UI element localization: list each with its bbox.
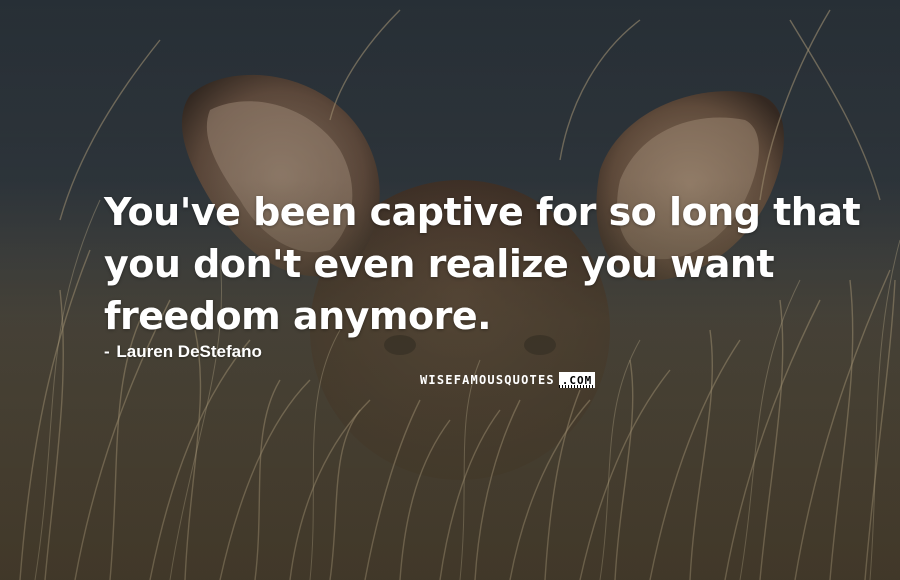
- quote-line: you don't even realize you want: [104, 242, 775, 286]
- quote-text: You've been captive for so long that you…: [104, 186, 861, 342]
- watermark-text: WISEFAMOUSQUOTES: [420, 373, 555, 387]
- author-name[interactable]: Lauren DeStefano: [116, 342, 261, 361]
- watermark-suffix: .COM: [558, 372, 596, 388]
- author-dash: -: [104, 342, 110, 361]
- site-watermark-logo: WISEFAMOUSQUOTES .COM: [420, 371, 618, 389]
- quote-card: You've been captive for so long that you…: [0, 0, 900, 580]
- quote-author[interactable]: - Lauren DeStefano: [104, 341, 262, 363]
- quote-line: You've been captive for so long that: [104, 190, 861, 234]
- quote-line: freedom anymore.: [104, 294, 492, 338]
